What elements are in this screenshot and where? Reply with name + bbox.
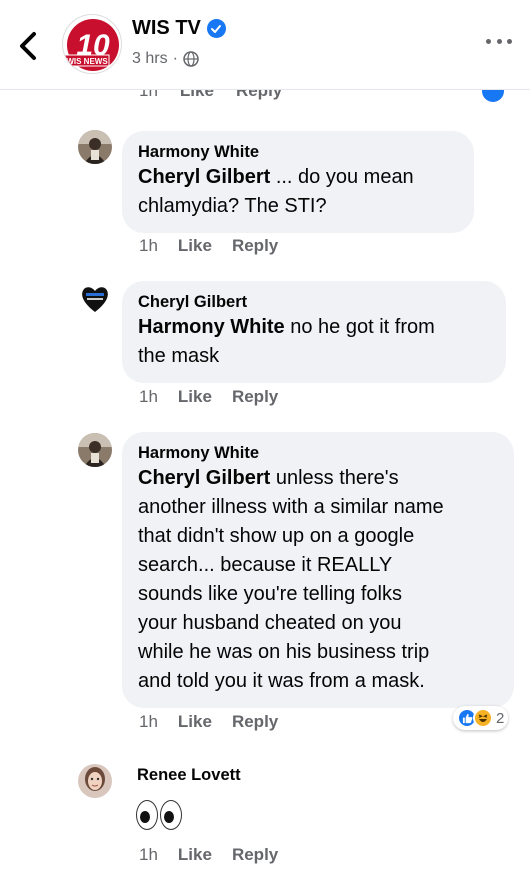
like-button[interactable]: Like bbox=[178, 236, 212, 256]
comment-time[interactable]: 1h bbox=[139, 387, 158, 407]
reply-button[interactable]: Reply bbox=[232, 712, 278, 732]
comment-text: Cheryl Gilbert ... do you mean chlamydia… bbox=[138, 163, 458, 221]
comment-bubble: Harmony White Cheryl Gilbert ... do you … bbox=[122, 131, 474, 233]
comment-text-line: chlamydia? The STI? bbox=[138, 195, 327, 217]
reply-button[interactable]: Reply bbox=[236, 90, 282, 101]
post-meta: 3 hrs · bbox=[132, 50, 199, 68]
svg-text:WIS NEWS: WIS NEWS bbox=[66, 57, 108, 66]
post-time[interactable]: 3 hrs bbox=[132, 50, 168, 68]
like-button[interactable]: Like bbox=[178, 845, 212, 865]
comment-bubble: Cheryl Gilbert Harmony White no he got i… bbox=[122, 281, 506, 383]
verified-check-icon bbox=[206, 19, 226, 38]
avatar[interactable] bbox=[78, 433, 112, 467]
comment-time: 1h bbox=[139, 90, 158, 100]
comment-text-line: the mask bbox=[138, 345, 220, 367]
comment-mention[interactable]: Cheryl Gilbert bbox=[138, 467, 270, 489]
comment-bubble: Harmony White Cheryl Gilbert unless ther… bbox=[122, 432, 514, 708]
avatar[interactable] bbox=[78, 282, 112, 316]
comment-text-line: unless there's bbox=[270, 467, 399, 489]
comment-text-line: ... do you mean bbox=[270, 166, 414, 188]
previous-comment-actions: 1h Like Reply bbox=[0, 90, 530, 106]
reaction-count: 2 bbox=[496, 709, 505, 727]
meta-separator: · bbox=[172, 50, 178, 67]
comment-actions: 1h Like Reply bbox=[139, 845, 278, 865]
comment-author[interactable]: Harmony White bbox=[138, 141, 458, 163]
back-button[interactable] bbox=[14, 28, 44, 64]
comment-text: Harmony White no he got it from the mask bbox=[138, 313, 490, 371]
like-button[interactable]: Like bbox=[178, 712, 212, 732]
comment-actions: 1h Like Reply bbox=[139, 387, 278, 407]
page-name[interactable]: WIS TV bbox=[132, 17, 226, 40]
comment-author[interactable]: Harmony White bbox=[138, 442, 498, 464]
eyes-emoji-icon bbox=[136, 800, 182, 830]
comment-text-line: that didn't show up on a google bbox=[138, 525, 415, 547]
comment-time[interactable]: 1h bbox=[139, 236, 158, 256]
comment-actions: 1h Like Reply bbox=[139, 236, 278, 256]
comment-mention[interactable]: Cheryl Gilbert bbox=[138, 166, 270, 188]
reply-button[interactable]: Reply bbox=[232, 387, 278, 407]
like-button[interactable]: Like bbox=[180, 90, 214, 101]
back-arrow-icon bbox=[20, 32, 36, 60]
comment-actions: 1h Like Reply bbox=[139, 712, 278, 732]
haha-reaction-icon bbox=[473, 708, 493, 728]
like-reaction-icon bbox=[482, 90, 504, 102]
like-button[interactable]: Like bbox=[178, 387, 212, 407]
comment-text-line: no he got it from bbox=[284, 316, 435, 338]
comment-text-line: sounds like you're telling folks bbox=[138, 583, 402, 605]
reaction-summary[interactable]: 2 bbox=[453, 706, 509, 730]
comment-author[interactable]: Cheryl Gilbert bbox=[138, 291, 490, 313]
comment-mention[interactable]: Harmony White bbox=[138, 316, 285, 338]
page-name-label[interactable]: WIS TV bbox=[132, 17, 201, 40]
avatar[interactable] bbox=[78, 130, 112, 164]
comment-text-line: search... because it REALLY bbox=[138, 554, 393, 576]
reply-button[interactable]: Reply bbox=[232, 236, 278, 256]
comment-text-line: your husband cheated on you bbox=[138, 612, 402, 634]
avatar[interactable] bbox=[78, 764, 112, 798]
page-avatar[interactable]: 10 WIS NEWS bbox=[62, 14, 122, 74]
comment-text-line: and told you it was from a mask. bbox=[138, 670, 425, 692]
post-header: 10 WIS NEWS WIS TV 3 hrs · bbox=[0, 0, 530, 90]
comment-text-line: while he was on his business trip bbox=[138, 641, 430, 663]
comment-time[interactable]: 1h bbox=[139, 845, 158, 865]
comment-text: Cheryl Gilbert unless there's another il… bbox=[138, 464, 498, 696]
more-dots-icon[interactable] bbox=[486, 36, 512, 46]
comment-author[interactable]: Renee Lovett bbox=[137, 764, 241, 786]
comment-text-line: another illness with a similar name bbox=[138, 496, 444, 518]
comment-time[interactable]: 1h bbox=[139, 712, 158, 732]
reply-button[interactable]: Reply bbox=[232, 845, 278, 865]
globe-icon bbox=[183, 51, 199, 67]
wis-logo: 10 WIS NEWS bbox=[64, 19, 119, 71]
